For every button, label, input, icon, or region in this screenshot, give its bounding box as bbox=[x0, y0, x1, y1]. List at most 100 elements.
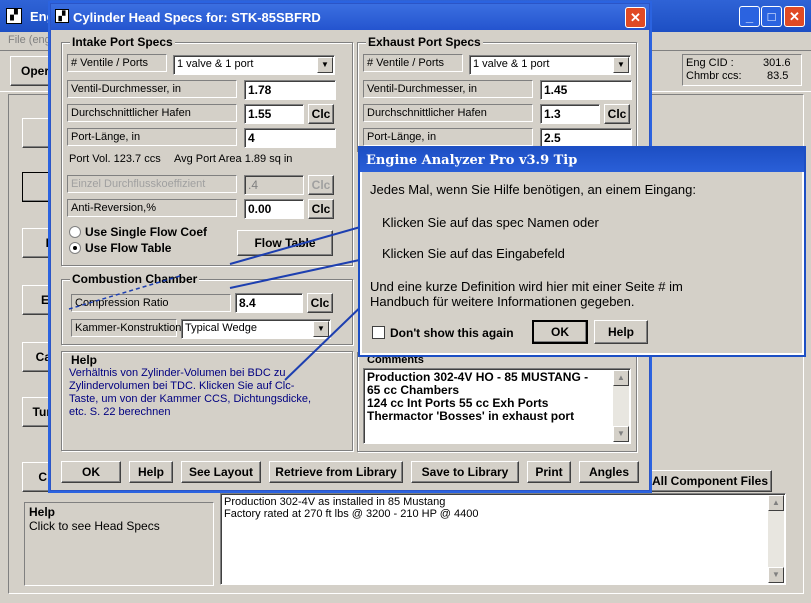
tip-line-1: Jedes Mal, wenn Sie Hilfe benötigen, an … bbox=[370, 182, 696, 197]
intake-length-label[interactable]: Port-Länge, in bbox=[67, 128, 237, 146]
single-flow-coef-radio[interactable] bbox=[69, 226, 81, 238]
anti-reversion-input[interactable]: 0.00 bbox=[244, 199, 304, 219]
main-help-text: Click to see Head Specs bbox=[29, 519, 160, 533]
anti-reversion-label[interactable]: Anti-Reversion,% bbox=[67, 199, 237, 217]
flow-coef-label[interactable]: Einzel Durchflusskoeffizient bbox=[67, 175, 237, 193]
chevron-down-icon[interactable]: ▼ bbox=[613, 57, 629, 73]
compression-ratio-input[interactable]: 8.4 bbox=[235, 293, 303, 313]
left-button-blank-2[interactable] bbox=[22, 172, 52, 202]
see-layout-button[interactable]: See Layout bbox=[181, 461, 261, 483]
flow-table-radio[interactable] bbox=[69, 242, 81, 254]
retrieve-library-button[interactable]: Retrieve from Library bbox=[269, 461, 403, 483]
left-button-intake[interactable]: I bbox=[22, 228, 52, 258]
notes-scroll-up[interactable]: ▲ bbox=[768, 495, 784, 511]
comments-scroll-down[interactable]: ▼ bbox=[613, 426, 629, 442]
notes-line-1: Production 302-4V as installed in 85 Mus… bbox=[224, 496, 446, 508]
exhaust-avg-input[interactable]: 1.3 bbox=[540, 104, 600, 124]
tip-window: Engine Analyzer Pro v3.9 Tip Jedes Mal, … bbox=[358, 146, 806, 357]
minimize-button[interactable]: _ bbox=[739, 6, 760, 27]
exhaust-avg-clc-button[interactable]: Clc bbox=[604, 104, 630, 124]
dont-show-label[interactable]: Don't show this again bbox=[390, 326, 514, 340]
intake-avg-input[interactable]: 1.55 bbox=[244, 104, 304, 124]
left-button-exhaust[interactable]: E bbox=[22, 285, 52, 315]
chamber-ccs-label: Chmbr ccs: bbox=[686, 70, 742, 82]
compression-ratio-clc-button[interactable]: Clc bbox=[307, 293, 333, 313]
dialog-help-text: Verhältnis von Zylinder-Volumen bei BDC … bbox=[69, 367, 312, 418]
intake-length-input[interactable]: 4 bbox=[244, 128, 336, 148]
intake-port-volume: Port Vol. 123.7 ccs bbox=[69, 153, 161, 165]
save-library-button[interactable]: Save to Library bbox=[411, 461, 519, 483]
comments-memo[interactable]: Production 302-4V HO - 85 MUSTANG - 65 c… bbox=[363, 368, 631, 444]
notes-line-2: Factory rated at 270 ft lbs @ 3200 - 210… bbox=[224, 508, 479, 520]
left-button-c[interactable]: C bbox=[22, 462, 52, 492]
dialog-close-button[interactable]: ✕ bbox=[625, 7, 646, 28]
compression-ratio-label[interactable]: Compression Ratio bbox=[71, 294, 231, 312]
menu-file[interactable]: File (eng bbox=[8, 34, 51, 46]
combustion-group-title: Combustion Chamber bbox=[70, 272, 200, 286]
kammer-label[interactable]: Kammer-Konstruktion bbox=[71, 319, 181, 337]
tip-ok-button[interactable]: OK bbox=[532, 320, 588, 344]
angles-button[interactable]: Angles bbox=[579, 461, 639, 483]
flow-coef-clc-button[interactable]: Clc bbox=[308, 175, 334, 195]
exhaust-avg-label[interactable]: Durchschnittlicher Hafen bbox=[363, 104, 533, 122]
intake-diameter-input[interactable]: 1.78 bbox=[244, 80, 336, 100]
flow-coef-input[interactable]: .4 bbox=[244, 175, 304, 195]
tip-line-3: Klicken Sie auf das Eingabefeld bbox=[382, 246, 565, 261]
notes-memo[interactable]: Production 302-4V as installed in 85 Mus… bbox=[220, 493, 786, 585]
close-button[interactable]: ✕ bbox=[784, 6, 805, 27]
all-component-files-button[interactable]: All Component Files bbox=[648, 470, 772, 492]
dialog-title: Cylinder Head Specs for: STK-85SBFRD bbox=[73, 10, 321, 25]
exhaust-valves-select[interactable]: 1 valve & 1 port ▼ bbox=[469, 55, 631, 75]
exhaust-length-input[interactable]: 2.5 bbox=[540, 128, 632, 148]
eng-cid-label: Eng CID : bbox=[686, 57, 734, 69]
eng-cid-value: 301.6 bbox=[763, 57, 791, 69]
intake-avg-label[interactable]: Durchschnittlicher Hafen bbox=[67, 104, 237, 122]
notes-scrollbar[interactable]: ▲ ▼ bbox=[768, 495, 784, 583]
dialog-icon: ▞ bbox=[55, 9, 69, 23]
flow-table-button[interactable]: Flow Table bbox=[237, 230, 333, 256]
tip-line-4: Und eine kurze Definition wird hier mit … bbox=[370, 279, 683, 294]
engine-summary: Eng CID : 301.6 Chmbr ccs: 83.5 bbox=[682, 54, 802, 86]
intake-valves-select[interactable]: 1 valve & 1 port ▼ bbox=[173, 55, 335, 75]
left-button-turbo[interactable]: Tur bbox=[22, 397, 52, 427]
exhaust-valves-value: 1 valve & 1 port bbox=[473, 58, 550, 70]
kammer-select[interactable]: Typical Wedge ▼ bbox=[181, 319, 331, 339]
comments-scrollbar[interactable]: ▲ ▼ bbox=[613, 370, 629, 442]
main-help-box: Help Click to see Head Specs bbox=[24, 502, 214, 586]
left-button-blank-1[interactable] bbox=[22, 118, 52, 148]
chamber-ccs-value: 83.5 bbox=[767, 70, 789, 82]
intake-diameter-label[interactable]: Ventil-Durchmesser, in bbox=[67, 80, 237, 98]
left-button-cam[interactable]: Ca bbox=[22, 342, 52, 372]
exhaust-valves-label[interactable]: # Ventile / Ports bbox=[363, 54, 463, 72]
exhaust-diameter-input[interactable]: 1.45 bbox=[540, 80, 632, 100]
notes-scroll-down[interactable]: ▼ bbox=[768, 567, 784, 583]
kammer-value: Typical Wedge bbox=[185, 322, 257, 334]
dont-show-checkbox[interactable] bbox=[372, 326, 385, 339]
exhaust-diameter-label[interactable]: Ventil-Durchmesser, in bbox=[363, 80, 533, 98]
intake-valves-value: 1 valve & 1 port bbox=[177, 58, 254, 70]
intake-avg-area: Avg Port Area 1.89 sq in bbox=[174, 153, 293, 165]
app-icon: ▞ bbox=[6, 8, 22, 24]
dialog-help-button[interactable]: Help bbox=[129, 461, 173, 483]
maximize-button[interactable]: □ bbox=[761, 6, 782, 27]
tip-help-button[interactable]: Help bbox=[594, 320, 648, 344]
flow-table-radio-label[interactable]: Use Flow Table bbox=[85, 241, 171, 255]
chevron-down-icon[interactable]: ▼ bbox=[313, 321, 329, 337]
single-flow-coef-label[interactable]: Use Single Flow Coef bbox=[85, 225, 207, 239]
anti-reversion-clc-button[interactable]: Clc bbox=[308, 199, 334, 219]
intake-avg-clc-button[interactable]: Clc bbox=[308, 104, 334, 124]
exhaust-length-label[interactable]: Port-Länge, in bbox=[363, 128, 533, 146]
dialog-title-bar: ▞ Cylinder Head Specs for: STK-85SBFRD ✕ bbox=[51, 4, 649, 30]
tip-body: Jedes Mal, wenn Sie Hilfe benötigen, an … bbox=[362, 172, 802, 353]
tip-line-2: Klicken Sie auf das spec Namen oder bbox=[382, 215, 599, 230]
chevron-down-icon[interactable]: ▼ bbox=[317, 57, 333, 73]
print-button[interactable]: Print bbox=[527, 461, 571, 483]
dialog-help-title: Help bbox=[71, 353, 98, 367]
exhaust-group-title: Exhaust Port Specs bbox=[366, 35, 483, 49]
dialog-ok-button[interactable]: OK bbox=[61, 461, 121, 483]
comments-scroll-up[interactable]: ▲ bbox=[613, 370, 629, 386]
intake-valves-label[interactable]: # Ventile / Ports bbox=[67, 54, 167, 72]
intake-group-title: Intake Port Specs bbox=[70, 35, 175, 49]
tip-line-5: Handbuch für weitere Informationen gegeb… bbox=[370, 294, 635, 309]
tip-title: Engine Analyzer Pro v3.9 Tip bbox=[360, 148, 804, 172]
